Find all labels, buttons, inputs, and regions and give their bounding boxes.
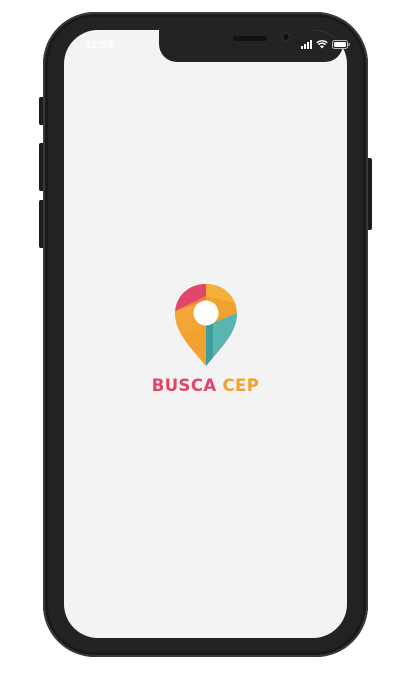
device-mockup: BUSCA CEP 11:09 (0, 0, 415, 673)
app-screen: BUSCA CEP (64, 30, 347, 638)
wifi-icon (316, 39, 328, 48)
speaker-grille (233, 36, 267, 41)
status-bar-time: 11:09 (85, 39, 114, 51)
status-bar-icons (301, 37, 350, 51)
signal-icon (301, 39, 312, 49)
battery-icon (332, 39, 350, 49)
app-title-part1: BUSCA (151, 376, 217, 395)
splash-logo: BUSCA CEP (64, 282, 347, 395)
phone-frame: BUSCA CEP 11:09 (43, 12, 368, 657)
front-camera (281, 32, 291, 42)
map-pin-icon (174, 284, 237, 366)
app-title-part2: CEP (222, 376, 260, 395)
app-title: BUSCA CEP (152, 376, 259, 395)
